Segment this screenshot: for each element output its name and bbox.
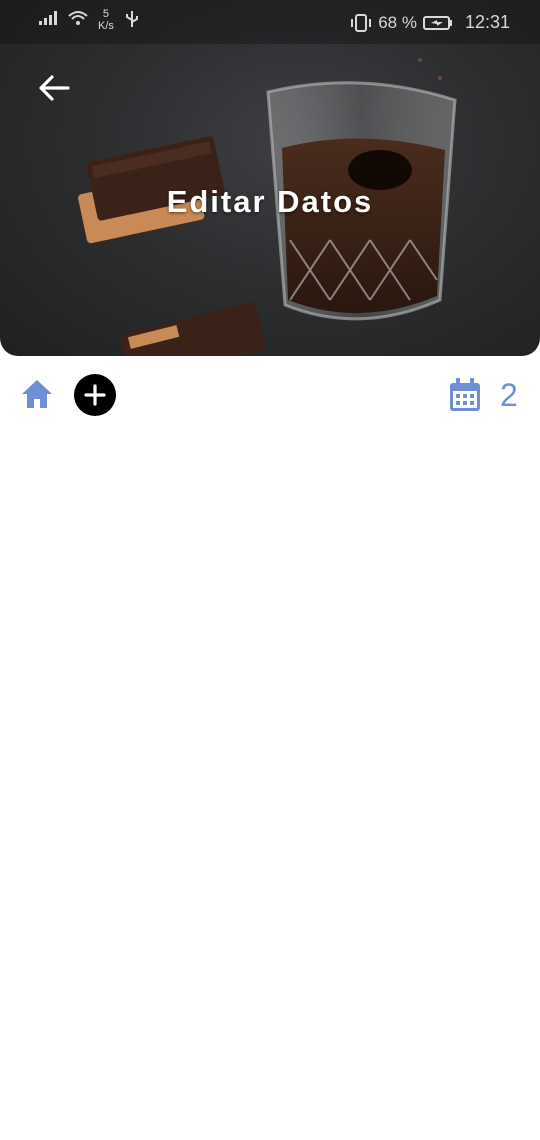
status-bar: 5 K/s 68 % 12:31 [0,0,540,44]
battery-icon [422,15,452,30]
clock: 12:31 [464,12,510,32]
network-speed-value: 5 [102,8,110,20]
network-speed-unit: K/s [98,20,114,32]
back-button[interactable] [34,70,74,106]
plus-circle-icon [84,384,106,406]
page-title: Editar Datos [166,184,374,219]
home-icon [22,380,52,408]
calendar-icon [448,377,482,413]
network-speed: 5 K/s [98,8,114,32]
home-button[interactable] [20,378,54,410]
signal-icon [39,11,57,25]
add-button[interactable] [74,374,116,416]
usb-icon [125,11,138,27]
wifi-icon [68,11,88,25]
battery-percent: 68 % [378,12,417,32]
toolbar: 2 [0,372,540,418]
arrow-left-icon [39,75,70,101]
item-count: 2 [500,377,518,413]
chocolate-drink-photo [78,58,457,356]
vibrate-icon [351,13,372,32]
header-image: 5 K/s 68 % 12:31 Editar Datos [0,0,540,356]
